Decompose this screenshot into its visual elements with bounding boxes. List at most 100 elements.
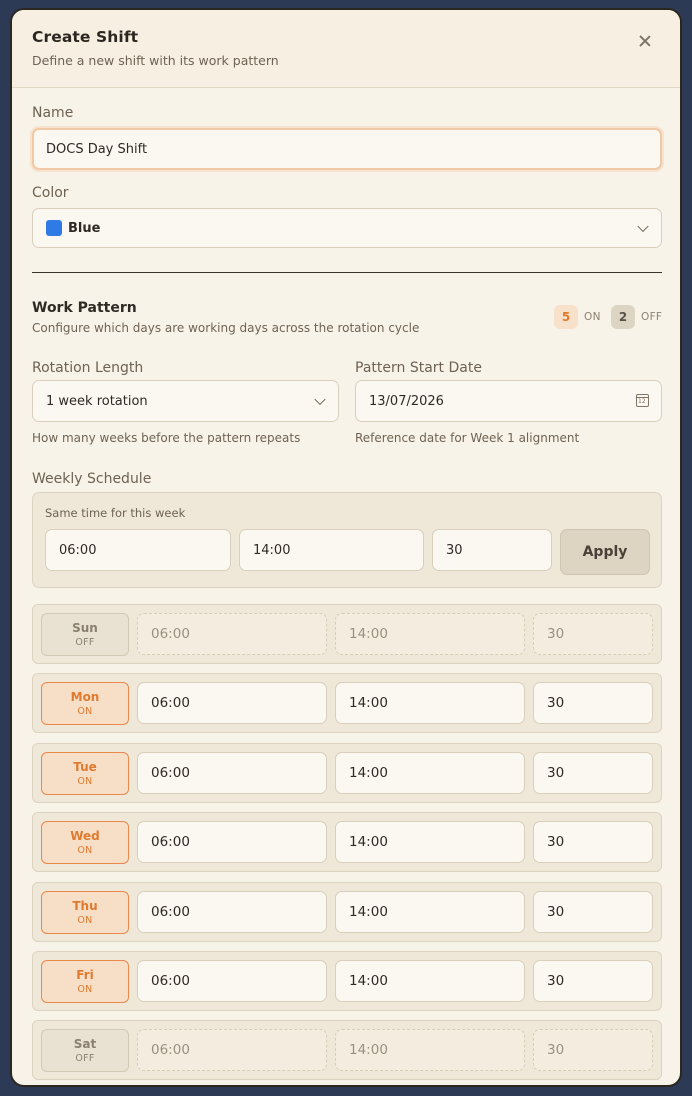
day-start-time-value: 06:00 [151, 903, 190, 920]
same-time-label: Same time for this week [45, 506, 186, 520]
day-end-time-value: 14:00 [349, 903, 388, 920]
color-select[interactable]: Blue [32, 208, 662, 248]
same-start-time-value: 06:00 [59, 542, 97, 558]
name-input-value: DOCS Day Shift [46, 141, 148, 157]
day-row-tue: Tue ON 06:00 14:00 30 [32, 742, 662, 803]
day-end-time-value: 14:00 [349, 973, 388, 989]
day-start-time-input[interactable]: 06:00 [137, 613, 327, 655]
day-toggle-mon[interactable]: Mon ON [41, 682, 129, 726]
day-start-time-input[interactable]: 06:00 [137, 821, 327, 864]
day-toggle-thu[interactable]: Thu ON [41, 890, 129, 934]
day-toggle-fri[interactable]: Fri ON [41, 960, 129, 1003]
start-date-value: 13/07/2026 [369, 393, 444, 409]
off-counter: 2 OFF [611, 305, 662, 329]
day-name: Wed [70, 829, 100, 844]
day-end-time-input[interactable]: 14:00 [335, 890, 525, 933]
day-break-input[interactable]: 30 [533, 682, 653, 725]
day-state: ON [77, 914, 93, 926]
day-break-input[interactable]: 30 [533, 821, 653, 864]
day-end-time-input[interactable]: 14:00 [335, 613, 525, 655]
off-count-label: OFF [641, 311, 663, 323]
on-counter: 5 ON [554, 305, 601, 329]
same-break-input[interactable]: 30 [432, 529, 552, 571]
day-break-input[interactable]: 30 [533, 960, 653, 1002]
day-start-time-value: 06:00 [151, 1042, 190, 1059]
day-state: ON [77, 845, 93, 857]
day-end-time-value: 14:00 [349, 626, 388, 642]
day-start-time-value: 06:00 [151, 695, 190, 712]
day-start-time-input[interactable]: 06:00 [137, 960, 327, 1002]
day-start-time-value: 06:00 [151, 834, 190, 851]
modal-header: Create Shift Define a new shift with its… [12, 10, 680, 88]
chevron-down-icon [314, 393, 326, 406]
day-break-value: 30 [547, 834, 565, 851]
modal-title: Create Shift [32, 28, 139, 46]
day-start-time-input[interactable]: 06:00 [137, 890, 327, 933]
day-row-sun: Sun OFF 06:00 14:00 30 [32, 604, 662, 664]
weekly-schedule-label: Weekly Schedule [32, 471, 152, 487]
rotation-hint: How many weeks before the pattern repeat… [32, 431, 301, 445]
same-end-time-value: 14:00 [253, 542, 291, 558]
day-name: Thu [72, 898, 98, 913]
rotation-select-value: 1 week rotation [46, 393, 148, 409]
day-row-wed: Wed ON 06:00 14:00 30 [32, 812, 662, 873]
day-break-input[interactable]: 30 [533, 751, 653, 794]
close-icon[interactable] [636, 32, 654, 50]
work-pattern-subtitle: Configure which days are working days ac… [32, 321, 420, 335]
day-end-time-value: 14:00 [349, 695, 388, 712]
day-state: OFF [75, 1053, 95, 1065]
name-label: Name [32, 105, 74, 121]
day-name: Mon [70, 690, 100, 705]
day-start-time-value: 06:00 [151, 626, 190, 642]
day-end-time-input[interactable]: 14:00 [335, 751, 525, 794]
rotation-select[interactable]: 1 week rotation [32, 380, 339, 422]
chevron-down-icon [637, 220, 649, 233]
day-toggle-wed[interactable]: Wed ON [41, 821, 129, 865]
off-count-badge: 2 [611, 305, 635, 329]
day-toggle-tue[interactable]: Tue ON [41, 751, 129, 795]
day-toggle-sun[interactable]: Sun OFF [41, 613, 129, 656]
day-break-value: 30 [547, 626, 565, 642]
day-break-input[interactable]: 30 [533, 1029, 653, 1072]
day-end-time-input[interactable]: 14:00 [335, 1029, 525, 1072]
day-break-input[interactable]: 30 [533, 890, 653, 933]
day-end-time-value: 14:00 [349, 1042, 388, 1059]
day-start-time-input[interactable]: 06:00 [137, 751, 327, 794]
day-break-value: 30 [547, 695, 565, 712]
rotation-label: Rotation Length [32, 360, 144, 376]
day-start-time-value: 06:00 [151, 973, 190, 989]
same-end-time-input[interactable]: 14:00 [239, 529, 424, 571]
day-state: ON [77, 775, 93, 787]
day-break-input[interactable]: 30 [533, 613, 653, 655]
section-divider [32, 272, 662, 273]
on-count-badge: 5 [554, 305, 578, 329]
day-end-time-input[interactable]: 14:00 [335, 821, 525, 864]
day-state: ON [77, 984, 93, 995]
start-date-label: Pattern Start Date [355, 360, 482, 376]
same-break-value: 30 [446, 542, 463, 558]
day-end-time-input[interactable]: 14:00 [335, 682, 525, 725]
day-state: ON [77, 706, 93, 718]
day-row-mon: Mon ON 06:00 14:00 30 [32, 673, 662, 734]
day-name: Sat [73, 1037, 97, 1052]
apply-button[interactable]: Apply [560, 529, 650, 575]
name-input[interactable]: DOCS Day Shift [32, 128, 662, 170]
calendar-icon[interactable] [636, 394, 649, 407]
day-start-time-input[interactable]: 06:00 [137, 682, 327, 725]
day-name: Fri [76, 968, 94, 982]
day-end-time-input[interactable]: 14:00 [335, 960, 525, 1002]
day-row-sat: Sat OFF 06:00 14:00 30 [32, 1020, 662, 1081]
start-date-input[interactable]: 13/07/2026 [355, 380, 662, 422]
color-label: Color [32, 185, 69, 201]
day-start-time-value: 06:00 [151, 764, 190, 781]
color-select-value: Blue [68, 220, 101, 236]
day-toggle-sat[interactable]: Sat OFF [41, 1029, 129, 1073]
day-end-time-value: 14:00 [349, 764, 388, 781]
color-swatch [46, 220, 62, 236]
day-start-time-input[interactable]: 06:00 [137, 1029, 327, 1072]
modal-subtitle: Define a new shift with its work pattern [32, 53, 279, 68]
day-row-thu: Thu ON 06:00 14:00 30 [32, 881, 662, 942]
on-count-label: ON [584, 311, 601, 323]
start-date-hint: Reference date for Week 1 alignment [355, 431, 580, 445]
same-start-time-input[interactable]: 06:00 [45, 529, 231, 571]
